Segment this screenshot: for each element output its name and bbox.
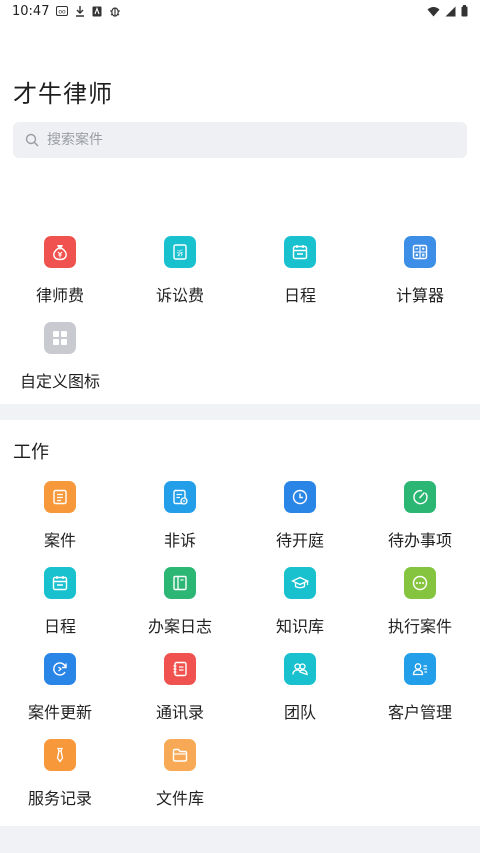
client-card-icon [404, 653, 436, 685]
tile-label: 团队 [283, 703, 316, 722]
work-item-contacts[interactable]: 通讯录 [120, 653, 240, 739]
tile-label: 日程 [283, 286, 316, 305]
folder-icon [164, 739, 196, 771]
fee-bag-icon [44, 236, 76, 268]
case-doc-icon [44, 481, 76, 513]
section-divider [0, 404, 480, 420]
work-item-client-management[interactable]: 客户管理 [360, 653, 480, 739]
page-title: 才牛律师 [13, 80, 113, 108]
tile-label: 案件 [43, 531, 76, 550]
calendar-icon [44, 567, 76, 599]
calculator-icon [404, 236, 436, 268]
search-input[interactable] [47, 132, 447, 148]
lawsuit-doc-icon: 诉 [164, 236, 196, 268]
quick-tools-grid: 律师费 诉 诉讼费 日程 计算器 自定义图标 [0, 236, 480, 396]
work-item-service-records[interactable]: 服务记录 [0, 739, 120, 825]
search-icon [25, 132, 41, 148]
work-item-case-updates[interactable]: 案件更新 [0, 653, 120, 739]
update-refresh-icon [44, 653, 76, 685]
signal-icon [445, 5, 456, 17]
cast-icon: oo [56, 5, 69, 17]
work-item-pending-hearing[interactable]: 待开庭 [240, 481, 360, 567]
graduation-cap-icon [284, 567, 316, 599]
tile-label: 自定义图标 [19, 372, 100, 391]
svg-text:诉: 诉 [177, 249, 184, 258]
font-icon [92, 5, 102, 17]
chat-dots-icon [404, 567, 436, 599]
section-title-work: 工作 [13, 442, 49, 463]
tie-icon [44, 739, 76, 771]
tool-custom-icons[interactable]: 自定义图标 [0, 322, 120, 408]
team-icon [284, 653, 316, 685]
status-time: 10:47 [12, 3, 50, 19]
status-left: 10:47 oo [12, 4, 121, 19]
work-item-enforcement-cases[interactable]: 执行案件 [360, 567, 480, 653]
tile-label: 计算器 [395, 286, 444, 305]
tool-lawyer-fee[interactable]: 律师费 [0, 236, 120, 322]
work-item-case-log[interactable]: 办案日志 [120, 567, 240, 653]
wifi-icon [427, 5, 440, 17]
download-icon [75, 5, 85, 17]
tile-label: 通讯录 [155, 703, 204, 722]
todo-check-icon [404, 481, 436, 513]
tile-label: 知识库 [275, 617, 324, 636]
status-right [427, 5, 468, 17]
battery-icon [461, 5, 468, 17]
work-item-file-library[interactable]: 文件库 [120, 739, 240, 825]
tile-label: 服务记录 [27, 789, 92, 808]
tile-label: 诉讼费 [155, 286, 204, 305]
work-item-cases[interactable]: 案件 [0, 481, 120, 567]
work-item-schedule[interactable]: 日程 [0, 567, 120, 653]
tool-lawsuit-fee[interactable]: 诉 诉讼费 [120, 236, 240, 322]
status-bar: 10:47 oo [0, 0, 480, 22]
work-grid: 案件 非诉 待开庭 待办事项 日程 办案日志 知识库 执行案件 案件更新 通讯录… [0, 481, 480, 821]
tile-label: 待办事项 [387, 531, 452, 550]
search-bar[interactable] [13, 122, 467, 158]
section-divider-bottom [0, 826, 480, 853]
grid-icon [44, 322, 76, 354]
tile-label: 文件库 [155, 789, 204, 808]
work-item-todo[interactable]: 待办事项 [360, 481, 480, 567]
clock-icon [284, 481, 316, 513]
bug-icon [109, 5, 121, 17]
tile-label: 执行案件 [387, 617, 452, 636]
svg-text:oo: oo [59, 9, 67, 16]
tile-label: 律师费 [35, 286, 84, 305]
calendar-icon [284, 236, 316, 268]
log-book-icon [164, 567, 196, 599]
non-lawsuit-icon [164, 481, 196, 513]
work-item-knowledge-base[interactable]: 知识库 [240, 567, 360, 653]
tile-label: 日程 [43, 617, 76, 636]
work-item-non-lawsuit[interactable]: 非诉 [120, 481, 240, 567]
tool-schedule[interactable]: 日程 [240, 236, 360, 322]
tile-label: 办案日志 [147, 617, 212, 636]
tile-label: 客户管理 [387, 703, 452, 722]
work-item-team[interactable]: 团队 [240, 653, 360, 739]
tile-label: 待开庭 [275, 531, 324, 550]
tile-label: 案件更新 [27, 703, 92, 722]
contacts-book-icon [164, 653, 196, 685]
tile-label: 非诉 [163, 531, 196, 550]
tool-calculator[interactable]: 计算器 [360, 236, 480, 322]
